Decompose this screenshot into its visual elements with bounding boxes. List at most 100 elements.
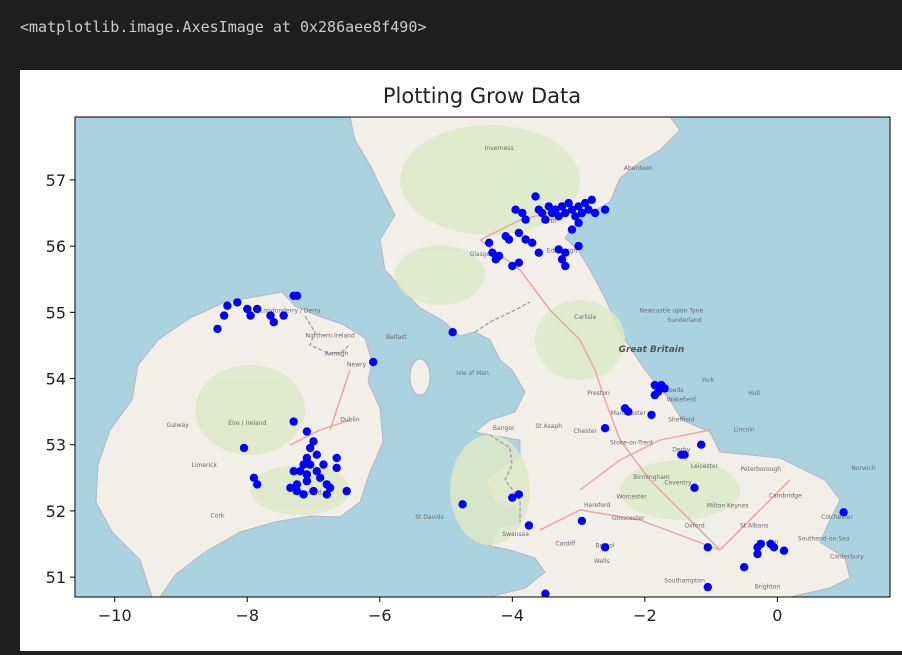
map-label: St Davids [415,514,444,521]
data-point [600,424,610,433]
data-point [514,228,524,238]
data-point [253,304,262,314]
data-point [213,324,222,334]
data-point [292,291,302,300]
chart-title: Plotting Grow Data [383,84,581,108]
map-label: Isle of Man [456,370,489,377]
data-point [561,261,570,271]
map-label: Northern Ireland [305,332,354,339]
data-point [647,410,656,420]
data-point [740,563,749,572]
map-label: Swansea [502,531,529,538]
data-point [574,241,583,251]
map-label: Newcastle upon Tyne [640,307,704,314]
data-point [680,450,689,459]
data-point [458,500,467,509]
data-point [279,311,288,320]
map-label: Inverness [485,145,514,152]
data-point [309,486,318,496]
data-point [567,225,577,234]
data-point [233,298,242,307]
map-label: Chester [574,428,598,435]
map-label: Gloucester [612,515,645,522]
map-label: Wells [594,558,610,565]
data-point [531,192,540,201]
map-label: Brighton [755,583,781,590]
y-tick-label: 56 [46,237,66,256]
map-label: Lincoln [734,426,755,433]
data-point [839,508,848,517]
map-label: Cardiff [555,540,576,547]
map-label: Great Britain [619,345,685,355]
data-point [312,450,321,459]
data-point [302,476,312,486]
map-label: Preston [587,390,610,397]
y-tick-label: 57 [46,171,66,190]
data-point [269,318,278,327]
data-point [504,235,514,244]
data-point [524,521,534,530]
map-label: St Asaph [535,423,562,430]
map-label: Stoke-on-Trent [610,440,654,447]
y-axis: 51 52 53 54 55 56 57 [46,171,75,587]
data-point [703,543,712,552]
map-label: York [701,377,715,384]
figure: Plotting Grow Data Great Britain Éire / … [20,70,902,651]
map-label: Milton Keynes [707,503,749,510]
data-point [302,427,312,436]
data-point [756,539,765,549]
data-point [769,543,779,552]
data-point [253,480,262,489]
map-label: Cork [211,513,225,520]
data-point [319,460,328,469]
data-point [534,248,543,257]
map-label: Armagh [325,350,349,357]
map-label: Hereford [584,502,610,509]
data-point [286,483,295,492]
x-tick-label: −8 [235,606,259,625]
data-point [223,301,232,310]
data-point [577,516,587,526]
data-point [342,486,351,496]
map-label: Peterborough [741,466,782,473]
data-point [514,258,524,267]
y-tick-label: 51 [46,568,66,587]
data-point [600,543,610,552]
data-point [219,311,229,320]
data-point [528,238,537,247]
map-label: Carlisle [574,314,596,321]
data-point [511,205,520,214]
map-label: Sheffield [668,417,694,424]
data-point [484,238,494,247]
map-label: Newry [347,362,367,369]
map-label: Galway [167,422,190,429]
data-point [521,215,530,224]
x-tick-label: −2 [633,606,657,625]
map-label: Norwich [851,465,875,472]
data-point [600,205,610,214]
data-point [624,407,633,416]
data-point [690,483,699,492]
data-point [491,255,500,264]
map-label: Southend-on-Sea [798,536,850,543]
data-point [660,384,669,393]
data-point [289,417,298,426]
map-label: Wakefield [667,397,696,404]
map-scatter-chart: Plotting Grow Data Great BritainÉire / I… [46,84,891,625]
data-point [309,437,318,446]
map-label: Éire / Ireland [228,419,266,427]
map-label: Hull [748,390,760,397]
map-label: Cambridge [769,493,802,500]
data-point [239,443,249,453]
map-label: St Albans [740,522,768,529]
x-tick-label: −10 [98,606,132,625]
map-label: Worcester [616,493,647,500]
data-point [587,195,596,204]
cell-output-text: <matplotlib.image.AxesImage at 0x286aee8… [20,18,427,36]
map-label: Coventry [664,479,692,486]
x-tick-label: −6 [368,606,392,625]
data-point [322,490,331,499]
basemap: Great Britain Éire / Ireland Isle of Man Be… [75,117,890,597]
data-point [369,357,378,367]
data-point [448,328,457,337]
